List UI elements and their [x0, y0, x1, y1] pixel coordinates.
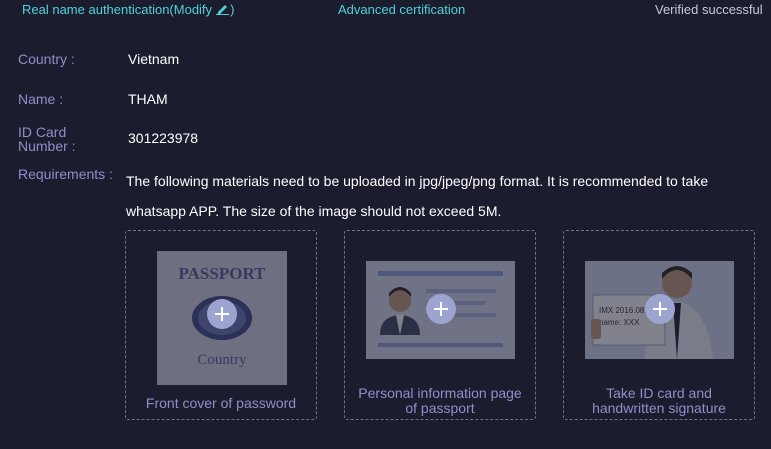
- caption-line2: of passport: [405, 400, 475, 416]
- pencil-icon[interactable]: [215, 2, 230, 15]
- caption-line1: Personal information page: [358, 385, 522, 401]
- caption-line1: Take ID card and: [606, 385, 712, 401]
- upload-caption-id-signature: Take ID card and handwritten signature: [564, 386, 754, 416]
- country-label: Country :: [18, 51, 75, 67]
- tab-advanced-certification[interactable]: Advanced certification: [338, 2, 465, 17]
- upload-caption-info-page: Personal information page of passport: [345, 386, 535, 416]
- requirements-text: The following materials need to be uploa…: [126, 166, 771, 226]
- id-card-number-label: ID Card Number :: [18, 125, 108, 153]
- requirements-label: Requirements :: [18, 166, 113, 182]
- requirements-line2: whatsapp APP. The size of the image shou…: [126, 203, 502, 219]
- verification-tabs: Real name authentication(Modify) Advance…: [0, 0, 771, 22]
- plus-icon[interactable]: [207, 299, 237, 329]
- tab-real-name-close: ): [230, 2, 235, 17]
- upload-passport-cover[interactable]: PASSPORT Country Front cover of password: [125, 230, 317, 420]
- country-value: Vietnam: [128, 51, 180, 67]
- upload-passport-info-page[interactable]: Personal information page of passport: [344, 230, 536, 420]
- upload-caption-passport-cover: Front cover of password: [145, 395, 297, 411]
- passport-cover-title: PASSPORT: [179, 264, 267, 283]
- upload-id-card-signature[interactable]: IMX 2016.08.04 name: XXX Take ID card an…: [563, 230, 755, 420]
- plus-icon[interactable]: [426, 294, 456, 324]
- requirements-line1: The following materials need to be uploa…: [126, 173, 709, 189]
- id-card-number-value: 301223978: [128, 130, 199, 146]
- name-label: Name :: [18, 91, 64, 107]
- passport-cover-country: Country: [197, 352, 247, 368]
- caption-line2: handwritten signature: [592, 400, 726, 416]
- id-label-line2: Number :: [18, 138, 76, 154]
- name-value: THAM: [128, 91, 168, 107]
- plus-icon[interactable]: [645, 294, 675, 324]
- id-card-text-2: name: XXX: [599, 318, 640, 327]
- tab-real-name-authentication[interactable]: Real name authentication(Modify): [22, 2, 234, 17]
- tab-real-name-label: Real name authentication(Modify: [22, 2, 213, 17]
- tab-verified-successful[interactable]: Verified successful: [655, 2, 763, 17]
- id-label-line1: ID Card: [18, 124, 67, 140]
